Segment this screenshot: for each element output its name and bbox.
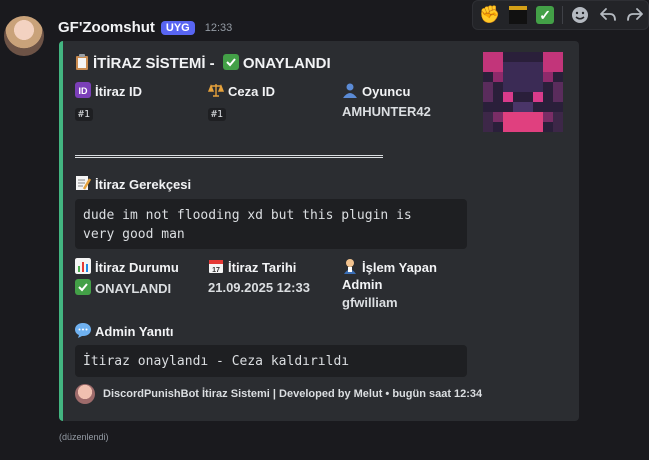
forward-button[interactable] bbox=[622, 2, 648, 28]
smiley-icon bbox=[571, 7, 588, 23]
admin-icon bbox=[344, 259, 356, 274]
scales-icon bbox=[208, 84, 224, 97]
field-itiraz-durumu: İtiraz Durumu ONAYLANDI bbox=[75, 258, 179, 296]
embed-title: İTİRAZ SİSTEMİ - ONAYLANDI bbox=[75, 54, 331, 72]
reason-text-line: very good man bbox=[83, 227, 185, 242]
svg-text:ID: ID bbox=[79, 86, 89, 96]
player-skin-thumbnail[interactable] bbox=[483, 52, 563, 132]
toolbar-divider bbox=[562, 6, 563, 24]
speech-bubble-icon bbox=[75, 323, 91, 338]
reaction-kaaba-button[interactable] bbox=[505, 2, 531, 28]
message-header: GF'Zoomshut UYG 12:33 bbox=[58, 19, 232, 36]
embed-footer: DiscordPunishBot İtiraz Sistemi | Develo… bbox=[75, 384, 482, 404]
title-prefix: İTİRAZ SİSTEMİ - bbox=[93, 55, 215, 72]
field-value: 21.09.2025 12:33 bbox=[208, 280, 310, 295]
field-value: gfwilliam bbox=[342, 295, 398, 310]
clipboard-icon bbox=[76, 54, 88, 70]
field-value: #1 bbox=[75, 108, 94, 121]
field-oyuncu: Oyuncu AMHUNTER42 bbox=[342, 82, 431, 119]
reaction-fist-button[interactable]: ✊ bbox=[477, 2, 503, 28]
forward-arrow-icon bbox=[627, 8, 644, 21]
section-divider bbox=[75, 155, 383, 158]
id-icon: ID bbox=[75, 82, 91, 98]
field-name: Oyuncu bbox=[362, 84, 411, 99]
user-avatar[interactable] bbox=[4, 16, 44, 56]
field-itiraz-id: ID İtiraz ID #1 bbox=[75, 82, 142, 121]
fist-emoji-icon: ✊ bbox=[479, 5, 501, 24]
timestamp: 12:33 bbox=[204, 21, 233, 34]
field-name: İtiraz Durumu bbox=[95, 260, 179, 275]
edited-label: (düzenlendi) bbox=[59, 432, 109, 442]
bar-chart-icon bbox=[75, 258, 91, 274]
field-name: İtiraz ID bbox=[95, 84, 142, 99]
user-icon bbox=[343, 83, 357, 98]
memo-icon bbox=[76, 176, 91, 190]
field-value: #1 bbox=[208, 108, 227, 121]
check-mark-emoji-icon: ✓ bbox=[536, 6, 555, 24]
calendar-icon: 17 bbox=[209, 260, 223, 274]
field-ceza-id: Ceza ID #1 bbox=[208, 82, 275, 121]
kaaba-emoji-icon bbox=[508, 6, 527, 24]
field-name: Ceza ID bbox=[228, 84, 275, 99]
message-actions-toolbar: ✊ ✓ bbox=[472, 0, 649, 30]
footer-text: DiscordPunishBot İtiraz Sistemi | Develo… bbox=[103, 388, 483, 400]
reason-codeblock[interactable]: dude im not flooding xd but this plugin … bbox=[75, 199, 467, 249]
check-mark-icon bbox=[75, 279, 91, 295]
reply-arrow-icon bbox=[599, 8, 616, 21]
admin-reply-codeblock[interactable]: İtiraz onaylandı - Ceza kaldırıldı bbox=[75, 345, 467, 377]
check-mark-icon bbox=[222, 54, 239, 70]
reaction-check-button[interactable]: ✓ bbox=[532, 2, 558, 28]
reason-text-line: dude im not flooding xd but this plugin … bbox=[83, 208, 412, 223]
reply-button[interactable] bbox=[595, 2, 621, 28]
field-value: ONAYLANDI bbox=[95, 281, 172, 296]
field-value: AMHUNTER42 bbox=[342, 104, 431, 119]
reason-label: İtiraz Gerekçesi bbox=[75, 175, 191, 192]
admin-reply-label: Admin Yanıtı bbox=[75, 322, 174, 339]
admin-reply-text: İtiraz onaylandı - Ceza kaldırıldı bbox=[83, 354, 350, 369]
field-itiraz-tarihi: 17 İtiraz Tarihi 21.09.2025 12:33 bbox=[208, 258, 310, 295]
title-status: ONAYLANDI bbox=[242, 55, 331, 72]
svg-text:17: 17 bbox=[212, 267, 220, 274]
bot-avatar-icon bbox=[75, 384, 95, 404]
field-islem-yapan-admin: İşlem Yapan Admin gfwilliam bbox=[342, 258, 462, 310]
add-reaction-button[interactable] bbox=[567, 2, 593, 28]
username[interactable]: GF'Zoomshut bbox=[58, 19, 155, 36]
admin-reply-label-text: Admin Yanıtı bbox=[95, 324, 174, 339]
role-tag[interactable]: UYG bbox=[160, 20, 195, 35]
reason-label-text: İtiraz Gerekçesi bbox=[95, 177, 192, 192]
field-name: İtiraz Tarihi bbox=[228, 260, 297, 275]
